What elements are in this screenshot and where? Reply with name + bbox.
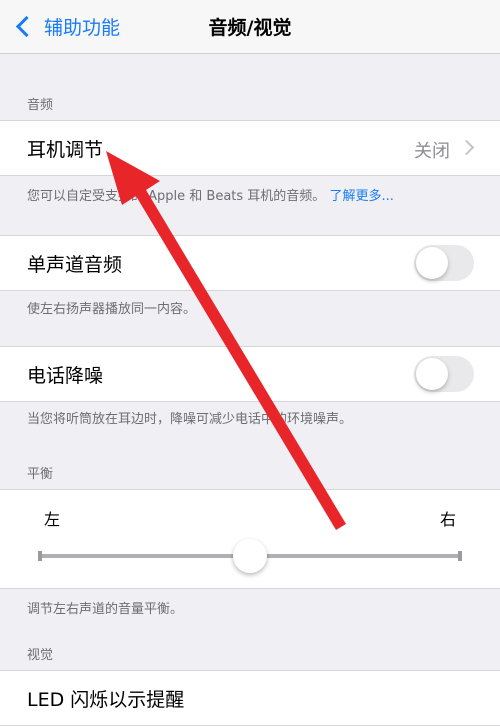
mono-audio-label: 单声道音频 xyxy=(27,254,123,276)
chevron-right-icon xyxy=(458,139,475,156)
headphone-accommodations-label: 耳机调节 xyxy=(27,139,104,161)
led-flash-label: LED 闪烁以示提醒 xyxy=(27,689,185,711)
slider-tick-left xyxy=(38,551,42,561)
section-header-balance: 平衡 xyxy=(27,467,54,482)
page-title: 音频/视觉 xyxy=(208,17,292,39)
balance-slider-thumb[interactable] xyxy=(233,539,267,573)
slider-tick-right xyxy=(458,551,462,561)
headphone-footer-text: 您可以自定受支持的 Apple 和 Beats 耳机的音频。 xyxy=(27,189,326,204)
balance-slider[interactable] xyxy=(38,539,462,573)
mono-audio-toggle[interactable] xyxy=(414,245,474,281)
toggle-knob xyxy=(416,247,448,279)
phone-noise-cancellation-row: 电话降噪 xyxy=(0,346,500,402)
toggle-knob xyxy=(416,358,448,390)
mono-audio-footer: 使左右扬声器播放同一内容。 xyxy=(27,302,197,317)
mono-audio-row: 单声道音频 xyxy=(0,235,500,291)
navigation-bar: 辅助功能 音频/视觉 xyxy=(0,0,500,54)
headphone-accommodations-row[interactable]: 耳机调节 关闭 xyxy=(0,120,500,176)
section-header-audio: 音频 xyxy=(27,98,54,113)
balance-left-label: 左 xyxy=(44,510,61,529)
red-arrow-icon xyxy=(106,151,346,530)
balance-row: 左 右 xyxy=(0,489,500,589)
led-flash-row[interactable]: LED 闪烁以示提醒 xyxy=(0,670,500,726)
balance-right-label: 右 xyxy=(439,510,456,529)
headphone-accommodations-footer: 您可以自定受支持的 Apple 和 Beats 耳机的音频。 了解更多... xyxy=(27,185,480,204)
balance-footer: 调节左右声道的音量平衡。 xyxy=(27,602,184,617)
phone-noise-cancellation-label: 电话降噪 xyxy=(27,365,104,387)
phone-noise-cancellation-toggle[interactable] xyxy=(414,356,474,392)
headphone-accommodations-value: 关闭 xyxy=(414,141,450,162)
section-header-visual: 视觉 xyxy=(27,648,54,663)
phone-noise-cancellation-footer: 当您将听筒放在耳边时，降噪可减少电话中的环境噪声。 xyxy=(27,412,353,427)
learn-more-link[interactable]: 了解更多... xyxy=(329,189,393,204)
